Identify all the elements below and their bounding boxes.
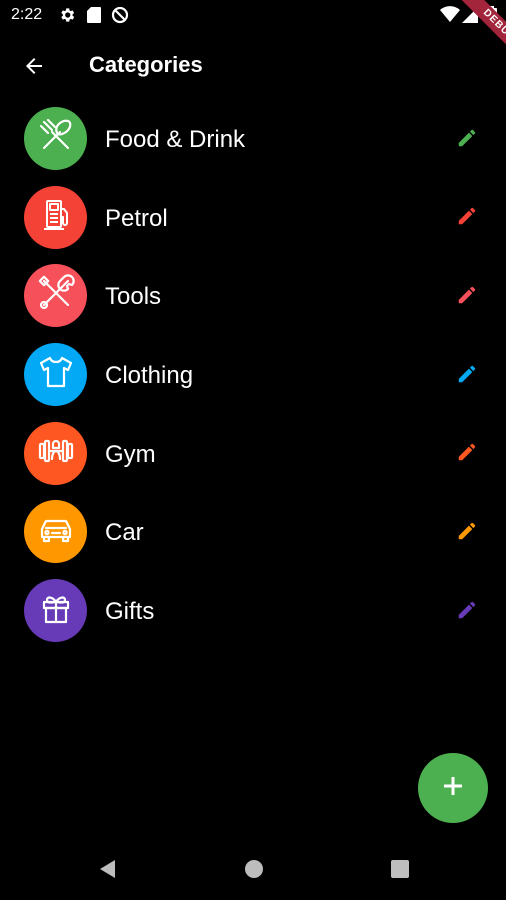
tshirt-icon [36, 352, 76, 397]
edit-button[interactable] [450, 516, 484, 550]
fuel-pump-icon [36, 195, 76, 240]
pencil-icon [456, 599, 478, 626]
category-avatar [24, 421, 87, 485]
nav-back-button[interactable] [92, 856, 122, 886]
pencil-icon [456, 284, 478, 311]
edit-button[interactable] [450, 280, 484, 314]
nav-home-button[interactable] [239, 856, 269, 886]
category-row-gym[interactable]: Gym [0, 415, 506, 494]
category-avatar [24, 185, 87, 249]
category-label: Food & Drink [105, 126, 246, 153]
edit-button[interactable] [450, 123, 484, 157]
category-avatar [24, 500, 87, 564]
pencil-icon [456, 520, 478, 547]
category-list: Food & Drink Petrol Tools Clothing Gym C… [0, 100, 506, 651]
sd-card-icon [86, 6, 102, 29]
category-avatar [24, 107, 87, 170]
add-category-button[interactable] [418, 753, 488, 823]
back-triangle-icon [97, 858, 117, 885]
page-title: Categories [89, 52, 203, 77]
gift-icon [36, 588, 76, 633]
nav-recents-button[interactable] [385, 856, 415, 886]
category-row-gifts[interactable]: Gifts [0, 572, 506, 651]
edit-button[interactable] [450, 202, 484, 236]
category-label: Gifts [105, 598, 155, 626]
category-label: Car [105, 519, 144, 547]
fork-spoon-icon [36, 116, 76, 161]
edit-button[interactable] [450, 438, 484, 472]
status-time: 2:22 [11, 6, 43, 23]
pencil-icon [456, 205, 478, 232]
pencil-icon [456, 127, 478, 154]
category-avatar [24, 343, 87, 407]
dumbbell-icon [36, 431, 76, 476]
category-avatar [24, 579, 87, 643]
category-row-petrol[interactable]: Petrol [0, 179, 506, 258]
system-nav-bar [0, 838, 506, 900]
settings-icon [58, 6, 76, 29]
car-icon [36, 509, 76, 554]
category-label: Gym [105, 440, 156, 468]
category-avatar [24, 264, 87, 328]
category-row-food-drink[interactable]: Food & Drink [0, 100, 506, 179]
pencil-icon [456, 363, 478, 390]
category-row-clothing[interactable]: Clothing [0, 336, 506, 415]
arrow-back-icon [22, 54, 54, 83]
tools-icon [36, 273, 76, 318]
app-bar: Categories [0, 32, 506, 100]
category-row-tools[interactable]: Tools [0, 257, 506, 336]
pencil-icon [456, 441, 478, 468]
category-row-car[interactable]: Car [0, 493, 506, 572]
category-label: Petrol [105, 204, 168, 232]
edit-button[interactable] [450, 595, 484, 629]
edit-button[interactable] [450, 359, 484, 393]
do-not-disturb-icon [111, 6, 129, 29]
category-label: Clothing [105, 362, 194, 390]
back-button[interactable] [14, 46, 54, 86]
plus-icon [442, 775, 464, 802]
status-bar: 2:22 [0, 0, 506, 32]
recents-square-icon [390, 859, 410, 884]
category-label: Tools [105, 283, 162, 311]
home-circle-icon [243, 858, 265, 885]
